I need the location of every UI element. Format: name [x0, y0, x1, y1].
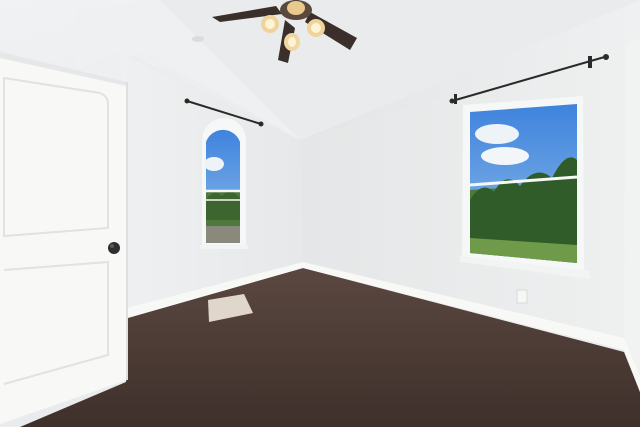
white-panel-door [0, 52, 128, 424]
door-knob [108, 242, 120, 254]
arched-window [200, 118, 248, 249]
rectangular-window [460, 96, 590, 279]
electrical-outlet [516, 289, 528, 304]
room-photo [0, 0, 640, 427]
